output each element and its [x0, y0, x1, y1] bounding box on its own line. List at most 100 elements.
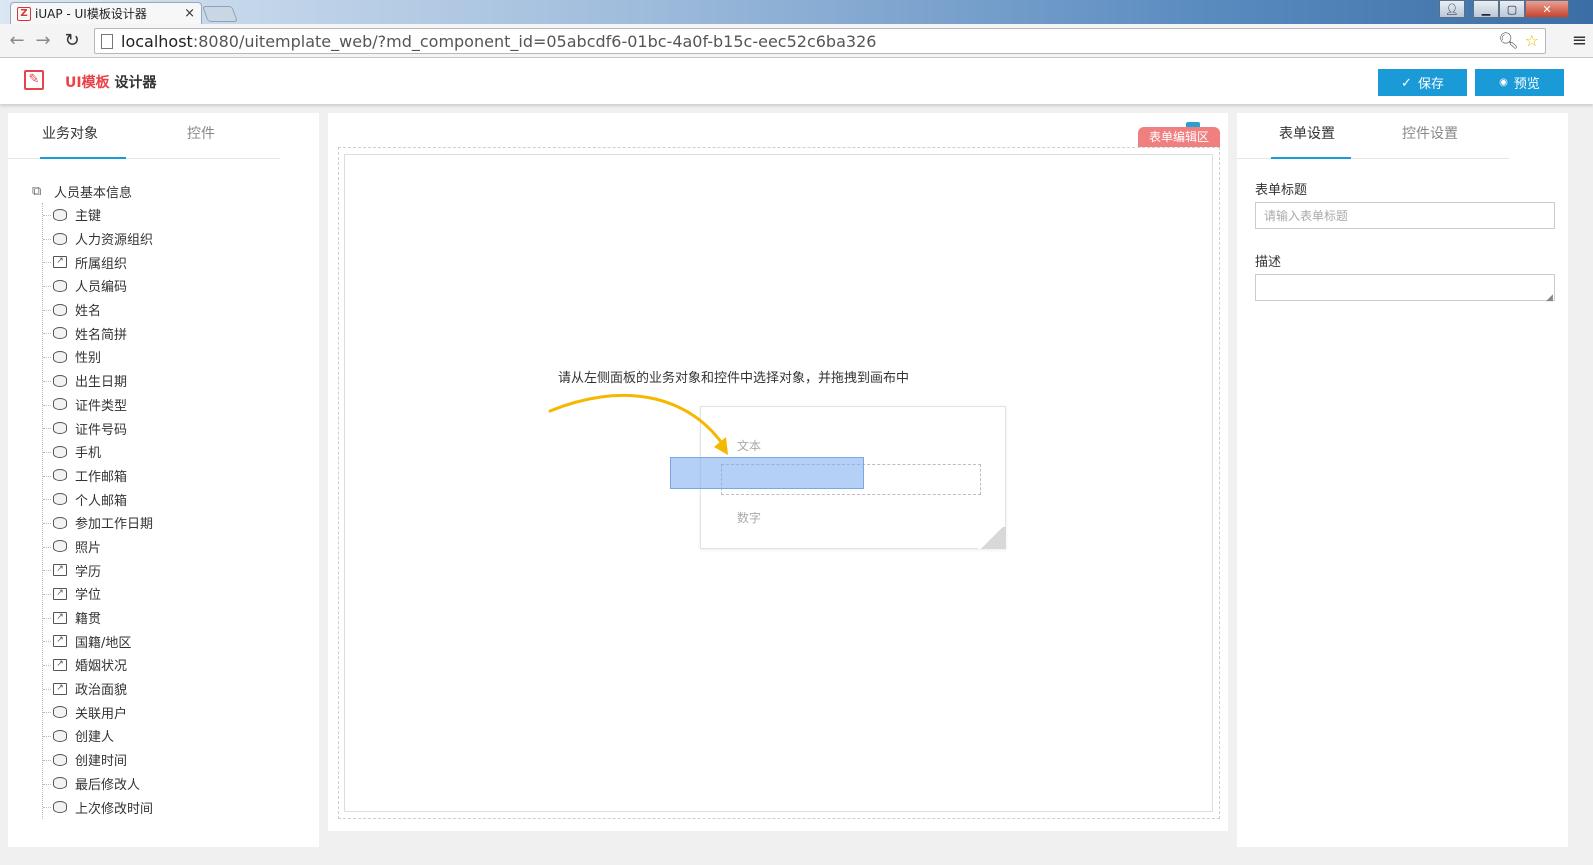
address-bar[interactable]: localhost:8080/uitemplate_web/?md_compon… [94, 28, 1546, 54]
tree-item[interactable]: ↗ 学历 [43, 558, 312, 582]
drag-arrow-icon [548, 394, 728, 455]
tree-item-label: 工作邮箱 [75, 469, 128, 485]
tree-item-label: 出生日期 [75, 375, 128, 391]
tree-list: 主键 人力资源组织 ↗ 所属组织 人员编码 姓名 姓名简拼 性别 出生日期 证件类型 证件号码 手机工… [42, 203, 312, 819]
tree-item[interactable]: 创建人 [43, 724, 312, 748]
database-field-icon [53, 540, 67, 553]
tree-item-label: 姓名 [75, 304, 102, 320]
reference-field-icon: ↗ [53, 682, 67, 695]
save-button-label: 保存 [1417, 76, 1444, 91]
forward-button[interactable]: → [32, 30, 54, 52]
page-icon [101, 33, 113, 49]
minimize-button[interactable]: ▁ [1473, 0, 1499, 18]
reference-field-icon: ↗ [53, 587, 67, 600]
tab-business-objects[interactable]: 业务对象 [8, 113, 148, 159]
tree-item[interactable]: 主键 [43, 203, 312, 227]
form-title-input[interactable] [1255, 202, 1555, 229]
preview-button-label: 预览 [1513, 76, 1540, 91]
url-text[interactable]: localhost:8080/uitemplate_web/?md_compon… [121, 32, 876, 51]
tree-item-label: 婚姻状况 [75, 659, 128, 675]
tree-item[interactable]: ↗ 所属组织 [43, 250, 312, 274]
database-field-icon [53, 350, 67, 363]
database-field-icon [53, 753, 67, 766]
tree-item-label: 所属组织 [75, 256, 128, 272]
preview-button[interactable]: ◉ 预览 [1475, 69, 1564, 96]
tree-item[interactable]: ↗ 籍贯 [43, 606, 312, 630]
right-tabs: 表单设置 控件设置 [1237, 113, 1509, 159]
tree-item[interactable]: ↗ 学位 [43, 582, 312, 606]
new-tab-button[interactable] [202, 6, 238, 22]
tree-item[interactable]: 照片 [43, 535, 312, 559]
tree-item[interactable]: 最后修改人 [43, 772, 312, 796]
tab-title: iUAP - UI模板设计器 [35, 7, 147, 21]
database-field-icon [53, 398, 67, 411]
database-field-icon [53, 729, 67, 742]
reference-field-icon: ↗ [53, 564, 67, 577]
zoom-icon[interactable]: 🔍︎ [1498, 31, 1518, 50]
user-icon[interactable]: 👤︎ [1439, 0, 1465, 18]
tree-item[interactable]: 工作邮箱 [43, 464, 312, 488]
tree-item[interactable]: 关联用户 [43, 700, 312, 724]
back-button[interactable]: ← [6, 30, 28, 52]
tree-item-label: 创建人 [75, 730, 115, 746]
tree-item[interactable]: 人员编码 [43, 274, 312, 298]
tree-item-label: 创建时间 [75, 754, 128, 770]
tree-item[interactable]: ↗ 婚姻状况 [43, 653, 312, 677]
close-window-button[interactable]: ✕ [1525, 0, 1569, 18]
tab-control-settings[interactable]: 控件设置 [1377, 113, 1483, 158]
tree-item-label: 人员编码 [75, 280, 128, 296]
tree-root[interactable]: ⧉ 人员基本信息 [32, 179, 312, 203]
database-field-icon [53, 279, 67, 292]
app-title-suffix: 设计器 [109, 75, 157, 91]
tree-item[interactable]: 人力资源组织 [43, 227, 312, 251]
database-field-icon [53, 493, 67, 506]
database-field-icon [53, 327, 67, 340]
reload-button[interactable]: ↻ [61, 30, 83, 52]
tree-item[interactable]: ↗ 政治面貌 [43, 677, 312, 701]
tree-item[interactable]: 姓名 [43, 298, 312, 322]
app-brand: UI模板 [65, 75, 110, 91]
tree-item[interactable]: ↗ 国籍/地区 [43, 629, 312, 653]
tree-item[interactable]: 出生日期 [43, 369, 312, 393]
tree-item-label: 个人邮箱 [75, 493, 128, 509]
tree-item-label: 性别 [75, 351, 102, 367]
bookmark-star-icon[interactable]: ☆ [1525, 31, 1539, 50]
database-field-icon [53, 706, 67, 719]
app-favicon-icon: Z [17, 6, 31, 21]
tab-controls[interactable]: 控件 [148, 113, 254, 158]
tree-item[interactable]: 个人邮箱 [43, 487, 312, 511]
save-button[interactable]: ✓ 保存 [1378, 69, 1467, 96]
url-path: :8080/uitemplate_web/?md_component_id=05… [192, 31, 877, 51]
tree-item-label: 手机 [75, 446, 102, 462]
tree-root-label: 人员基本信息 [54, 185, 133, 201]
tab-form-settings[interactable]: 表单设置 [1237, 113, 1377, 159]
tree-item[interactable]: 参加工作日期 [43, 511, 312, 535]
tree-item-label: 照片 [75, 540, 102, 556]
tree-item[interactable]: 证件类型 [43, 393, 312, 417]
app-logo-icon: ✎ [24, 70, 44, 90]
tree-item-label: 上次修改时间 [75, 801, 154, 817]
reference-field-icon: ↗ [53, 611, 67, 624]
right-panel: 表单设置 控件设置 表单标题 描述 ◢ [1237, 113, 1568, 865]
tree-item-label: 最后修改人 [75, 777, 141, 793]
tree-item-label: 学位 [75, 588, 102, 604]
database-field-icon [53, 232, 67, 245]
resize-grip-icon[interactable]: ◢ [1546, 293, 1553, 303]
browser-menu-icon[interactable]: ≡ [1572, 30, 1587, 51]
tree-item[interactable]: 创建时间 [43, 748, 312, 772]
database-field-icon [53, 445, 67, 458]
tab-close-icon[interactable]: × [184, 6, 195, 21]
tree-item[interactable]: 性别 [43, 345, 312, 369]
form-title-label: 表单标题 [1255, 183, 1308, 198]
browser-titlebar: Z iUAP - UI模板设计器 × 👤︎ ▁ ▢ ✕ [0, 0, 1593, 24]
tree-item[interactable]: 手机 [43, 440, 312, 464]
tree-item-label: 关联用户 [75, 706, 128, 722]
description-textarea[interactable] [1255, 274, 1555, 301]
tree-item[interactable]: 上次修改时间 [43, 795, 312, 819]
browser-tab[interactable]: Z iUAP - UI模板设计器 × [10, 2, 202, 24]
database-field-icon [53, 777, 67, 790]
maximize-button[interactable]: ▢ [1499, 0, 1525, 18]
omnibox-icons: 🔍︎ ☆ [1498, 31, 1539, 50]
tree-item[interactable]: 证件号码 [43, 416, 312, 440]
tree-item[interactable]: 姓名简拼 [43, 321, 312, 345]
